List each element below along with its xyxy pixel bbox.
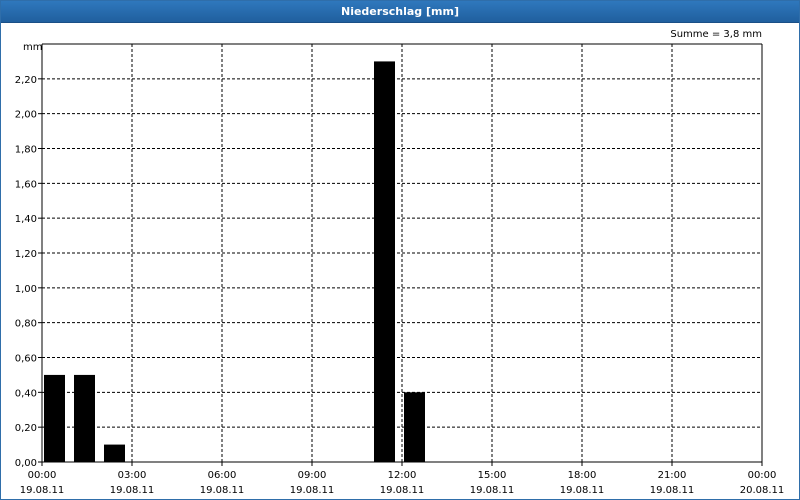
x-tick-time-label: 18:00 xyxy=(568,470,597,481)
grid-lines xyxy=(42,44,762,462)
precipitation-chart: 0,00 0,20 0,40 0,60 0,80 1,00 1,20 1,40 1,60 1,80… xyxy=(15,29,785,496)
x-tick-time-label: 00:00 xyxy=(28,470,57,481)
bar-0200 xyxy=(104,444,125,462)
y-tick-label: 0,20 xyxy=(15,423,37,434)
y-tick-label: 1,60 xyxy=(15,179,37,190)
x-tick-date-label: 19.08.11 xyxy=(110,485,155,496)
y-tick-label: 1,00 xyxy=(15,284,37,295)
bars xyxy=(44,61,425,463)
y-tick-label: 0,00 xyxy=(15,458,37,469)
tick-labels: 0,00 0,20 0,40 0,60 0,80 1,00 1,20 1,40 1,60 1,80… xyxy=(15,75,785,496)
x-tick-date-label: 20.08.11 xyxy=(740,485,785,496)
sum-annotation: Summe = 3,8 mm xyxy=(670,29,762,40)
y-tick-label: 1,80 xyxy=(15,145,37,156)
x-tick-time-label: 12:00 xyxy=(388,470,417,481)
bar-1100 xyxy=(374,61,395,463)
x-tick-date-label: 19.08.11 xyxy=(200,485,245,496)
x-tick-date-label: 19.08.11 xyxy=(20,485,65,496)
x-tick-time-label: 15:00 xyxy=(478,470,507,481)
x-tick-time-label: 06:00 xyxy=(208,470,237,481)
y-tick-label: 1,40 xyxy=(15,214,37,225)
x-tick-date-label: 19.08.11 xyxy=(380,485,425,496)
axes xyxy=(38,43,763,466)
y-tick-label: 0,60 xyxy=(15,354,37,365)
y-tick-label: 2,20 xyxy=(15,75,37,86)
x-tick-time-label: 09:00 xyxy=(298,470,327,481)
x-tick-date-label: 19.08.11 xyxy=(470,485,515,496)
y-tick-label: 0,80 xyxy=(15,319,37,330)
y-tick-label: 2,00 xyxy=(15,110,37,121)
x-tick-date-label: 19.08.11 xyxy=(290,485,335,496)
x-tick-time-label: 21:00 xyxy=(658,470,687,481)
x-tick-date-label: 19.08.11 xyxy=(560,485,605,496)
x-tick-time-label: 03:00 xyxy=(118,470,147,481)
x-tick-time-label: 00:00 xyxy=(748,470,777,481)
y-axis-unit-label: mm xyxy=(23,42,42,53)
bar-0100 xyxy=(74,374,95,462)
x-tick-date-label: 19.08.11 xyxy=(650,485,695,496)
y-tick-label: 1,20 xyxy=(15,249,37,260)
bar-0000 xyxy=(44,374,65,462)
chart-window: Niederschlag [mm] 0,00 0,20 0,40 0,60 0,80 1,… xyxy=(0,0,800,500)
y-tick-label: 0,40 xyxy=(15,388,37,399)
bar-1200 xyxy=(404,392,425,462)
